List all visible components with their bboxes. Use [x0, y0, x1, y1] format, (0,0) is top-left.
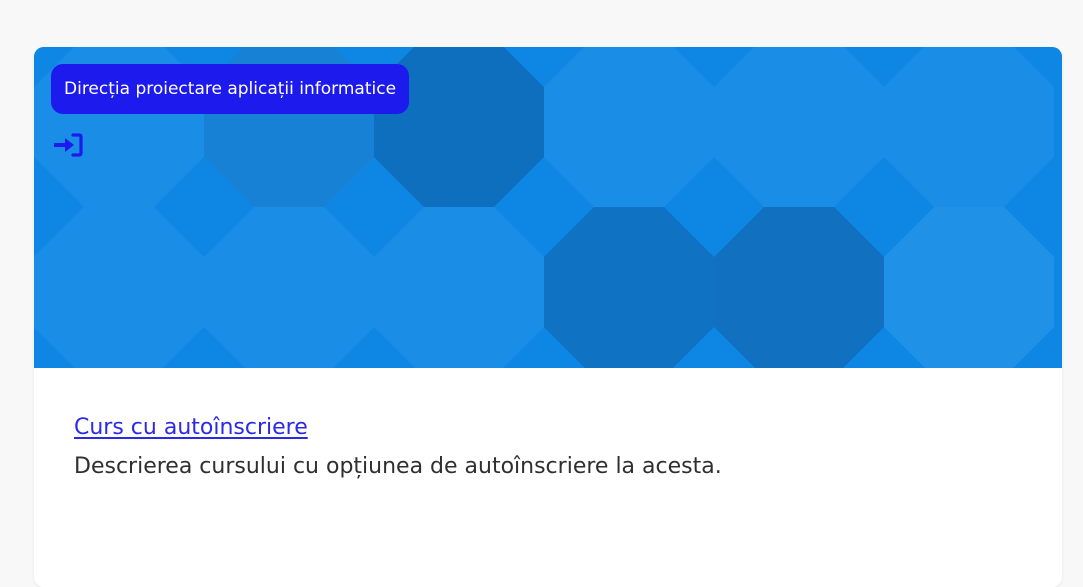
course-title-link[interactable]: Curs cu autoînscriere	[74, 413, 308, 443]
course-description: Descrierea cursului cu opțiunea de autoî…	[74, 454, 722, 479]
sign-in-icon[interactable]	[52, 132, 84, 158]
category-badge: Direcția proiectare aplicații informatic…	[51, 64, 410, 114]
course-card: Direcția proiectare aplicații informatic…	[34, 47, 1062, 587]
course-image[interactable]: Direcția proiectare aplicații informatic…	[34, 47, 1062, 368]
course-info: Curs cu autoînscriere Descrierea cursulu…	[74, 413, 1032, 482]
